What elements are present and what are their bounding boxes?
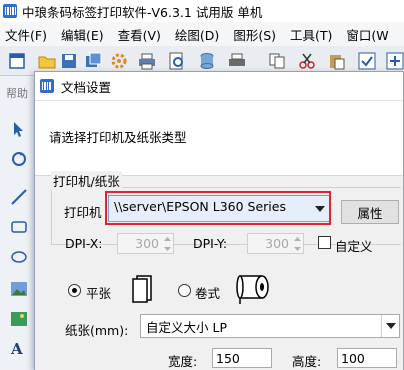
dpi-y-label: DPI-Y:	[193, 236, 228, 251]
rectangle-tool-icon[interactable]	[10, 218, 28, 236]
width-value: 150	[216, 351, 240, 366]
menu-file[interactable]: 文件(F)	[0, 25, 56, 44]
app-title-bar: 中琅条码标签打印软件-V6.3.1 试用版 单机	[0, 0, 404, 22]
print-preview-icon[interactable]	[168, 52, 186, 70]
spin-up-icon[interactable]	[161, 234, 173, 243]
printer-label: 打印机	[64, 205, 102, 220]
left-tool-label: 帮助	[6, 87, 28, 100]
menu-edit[interactable]: 编辑(E)	[56, 25, 113, 44]
cut-icon[interactable]	[298, 52, 316, 70]
copy-icon[interactable]	[268, 52, 286, 70]
select-pointer-icon[interactable]	[10, 120, 28, 138]
save-as-icon[interactable]	[84, 52, 102, 70]
settings-gear-icon[interactable]	[110, 52, 128, 70]
menu-tools[interactable]: 工具(T)	[285, 25, 341, 44]
dialog-app-icon	[40, 79, 54, 93]
dialog-header: 请选择打印机及纸张类型	[35, 100, 403, 176]
dialog-title-bar: 文档设置	[35, 72, 403, 100]
menu-view[interactable]: 查看(V)	[113, 25, 170, 44]
dpi-x-spinner[interactable]: 300	[117, 233, 174, 254]
custom-dpi-checkbox[interactable]	[318, 236, 331, 249]
open-folder-icon[interactable]	[38, 52, 56, 70]
ellipse-tool-icon[interactable]	[10, 248, 28, 266]
flat-sheet-radio[interactable]	[68, 284, 81, 297]
rotate-icon[interactable]	[10, 150, 28, 168]
dpi-y-value: 300	[265, 236, 289, 251]
paper-size-label: 纸张(mm):	[65, 323, 129, 338]
height-label: 高度:	[292, 354, 322, 369]
picture-tool-icon[interactable]	[10, 310, 28, 328]
add-icon[interactable]	[386, 52, 404, 70]
paper-roll-icon	[236, 275, 269, 304]
print-icon[interactable]	[138, 52, 156, 70]
roll-radio[interactable]	[178, 284, 191, 297]
image-tool-icon[interactable]	[10, 280, 28, 298]
printer-paper-group-label: 打印机/纸张	[51, 171, 122, 190]
left-toolbar: 帮助 A	[0, 76, 36, 370]
dpi-y-spinner[interactable]: 300	[247, 233, 304, 254]
custom-dpi-label: 自定义	[335, 239, 373, 254]
app-logo-icon	[3, 4, 17, 18]
paper-size-value: 自定义大小 LP	[146, 320, 227, 335]
flat-sheet-paper-icon	[132, 275, 152, 303]
flat-sheet-label: 平张	[86, 286, 112, 301]
width-label: 宽度:	[168, 354, 198, 369]
new-document-icon[interactable]	[8, 52, 26, 70]
dialog-title: 文档设置	[61, 79, 112, 95]
print-job-icon[interactable]	[228, 52, 246, 70]
height-value: 100	[341, 351, 365, 366]
chevron-down-icon[interactable]	[381, 315, 399, 337]
printer-properties-button[interactable]: 属性	[341, 200, 399, 224]
spin-up-icon[interactable]	[291, 234, 303, 243]
text-tool-icon[interactable]: A	[11, 340, 23, 358]
spin-down-icon[interactable]	[291, 244, 303, 253]
dpi-x-value: 300	[135, 236, 159, 251]
height-input[interactable]: 100	[337, 348, 397, 368]
check-icon[interactable]	[358, 52, 376, 70]
menu-window[interactable]: 窗口(W	[341, 25, 397, 44]
menu-shape[interactable]: 图形(S)	[228, 25, 285, 44]
menu-draw[interactable]: 绘图(D)	[170, 25, 228, 44]
roll-label: 卷式	[195, 286, 221, 301]
spin-down-icon[interactable]	[161, 244, 173, 253]
dialog-instruction: 请选择打印机及纸张类型	[49, 130, 187, 145]
dpi-x-label: DPI-X:	[65, 236, 103, 251]
save-icon[interactable]	[60, 52, 78, 70]
paper-size-select[interactable]: 自定义大小 LP	[140, 314, 400, 338]
menu-bar: 文件(F) 编辑(E) 查看(V) 绘图(D) 图形(S) 工具(T) 窗口(W	[0, 22, 404, 46]
line-tool-icon[interactable]	[10, 188, 28, 206]
radio-selected-dot	[72, 288, 77, 293]
paste-icon[interactable]	[328, 52, 346, 70]
app-title: 中琅条码标签打印软件-V6.3.1 试用版 单机	[22, 4, 263, 20]
printer-highlight-box	[105, 191, 331, 225]
width-input[interactable]: 150	[212, 348, 272, 368]
database-icon[interactable]	[198, 52, 216, 70]
